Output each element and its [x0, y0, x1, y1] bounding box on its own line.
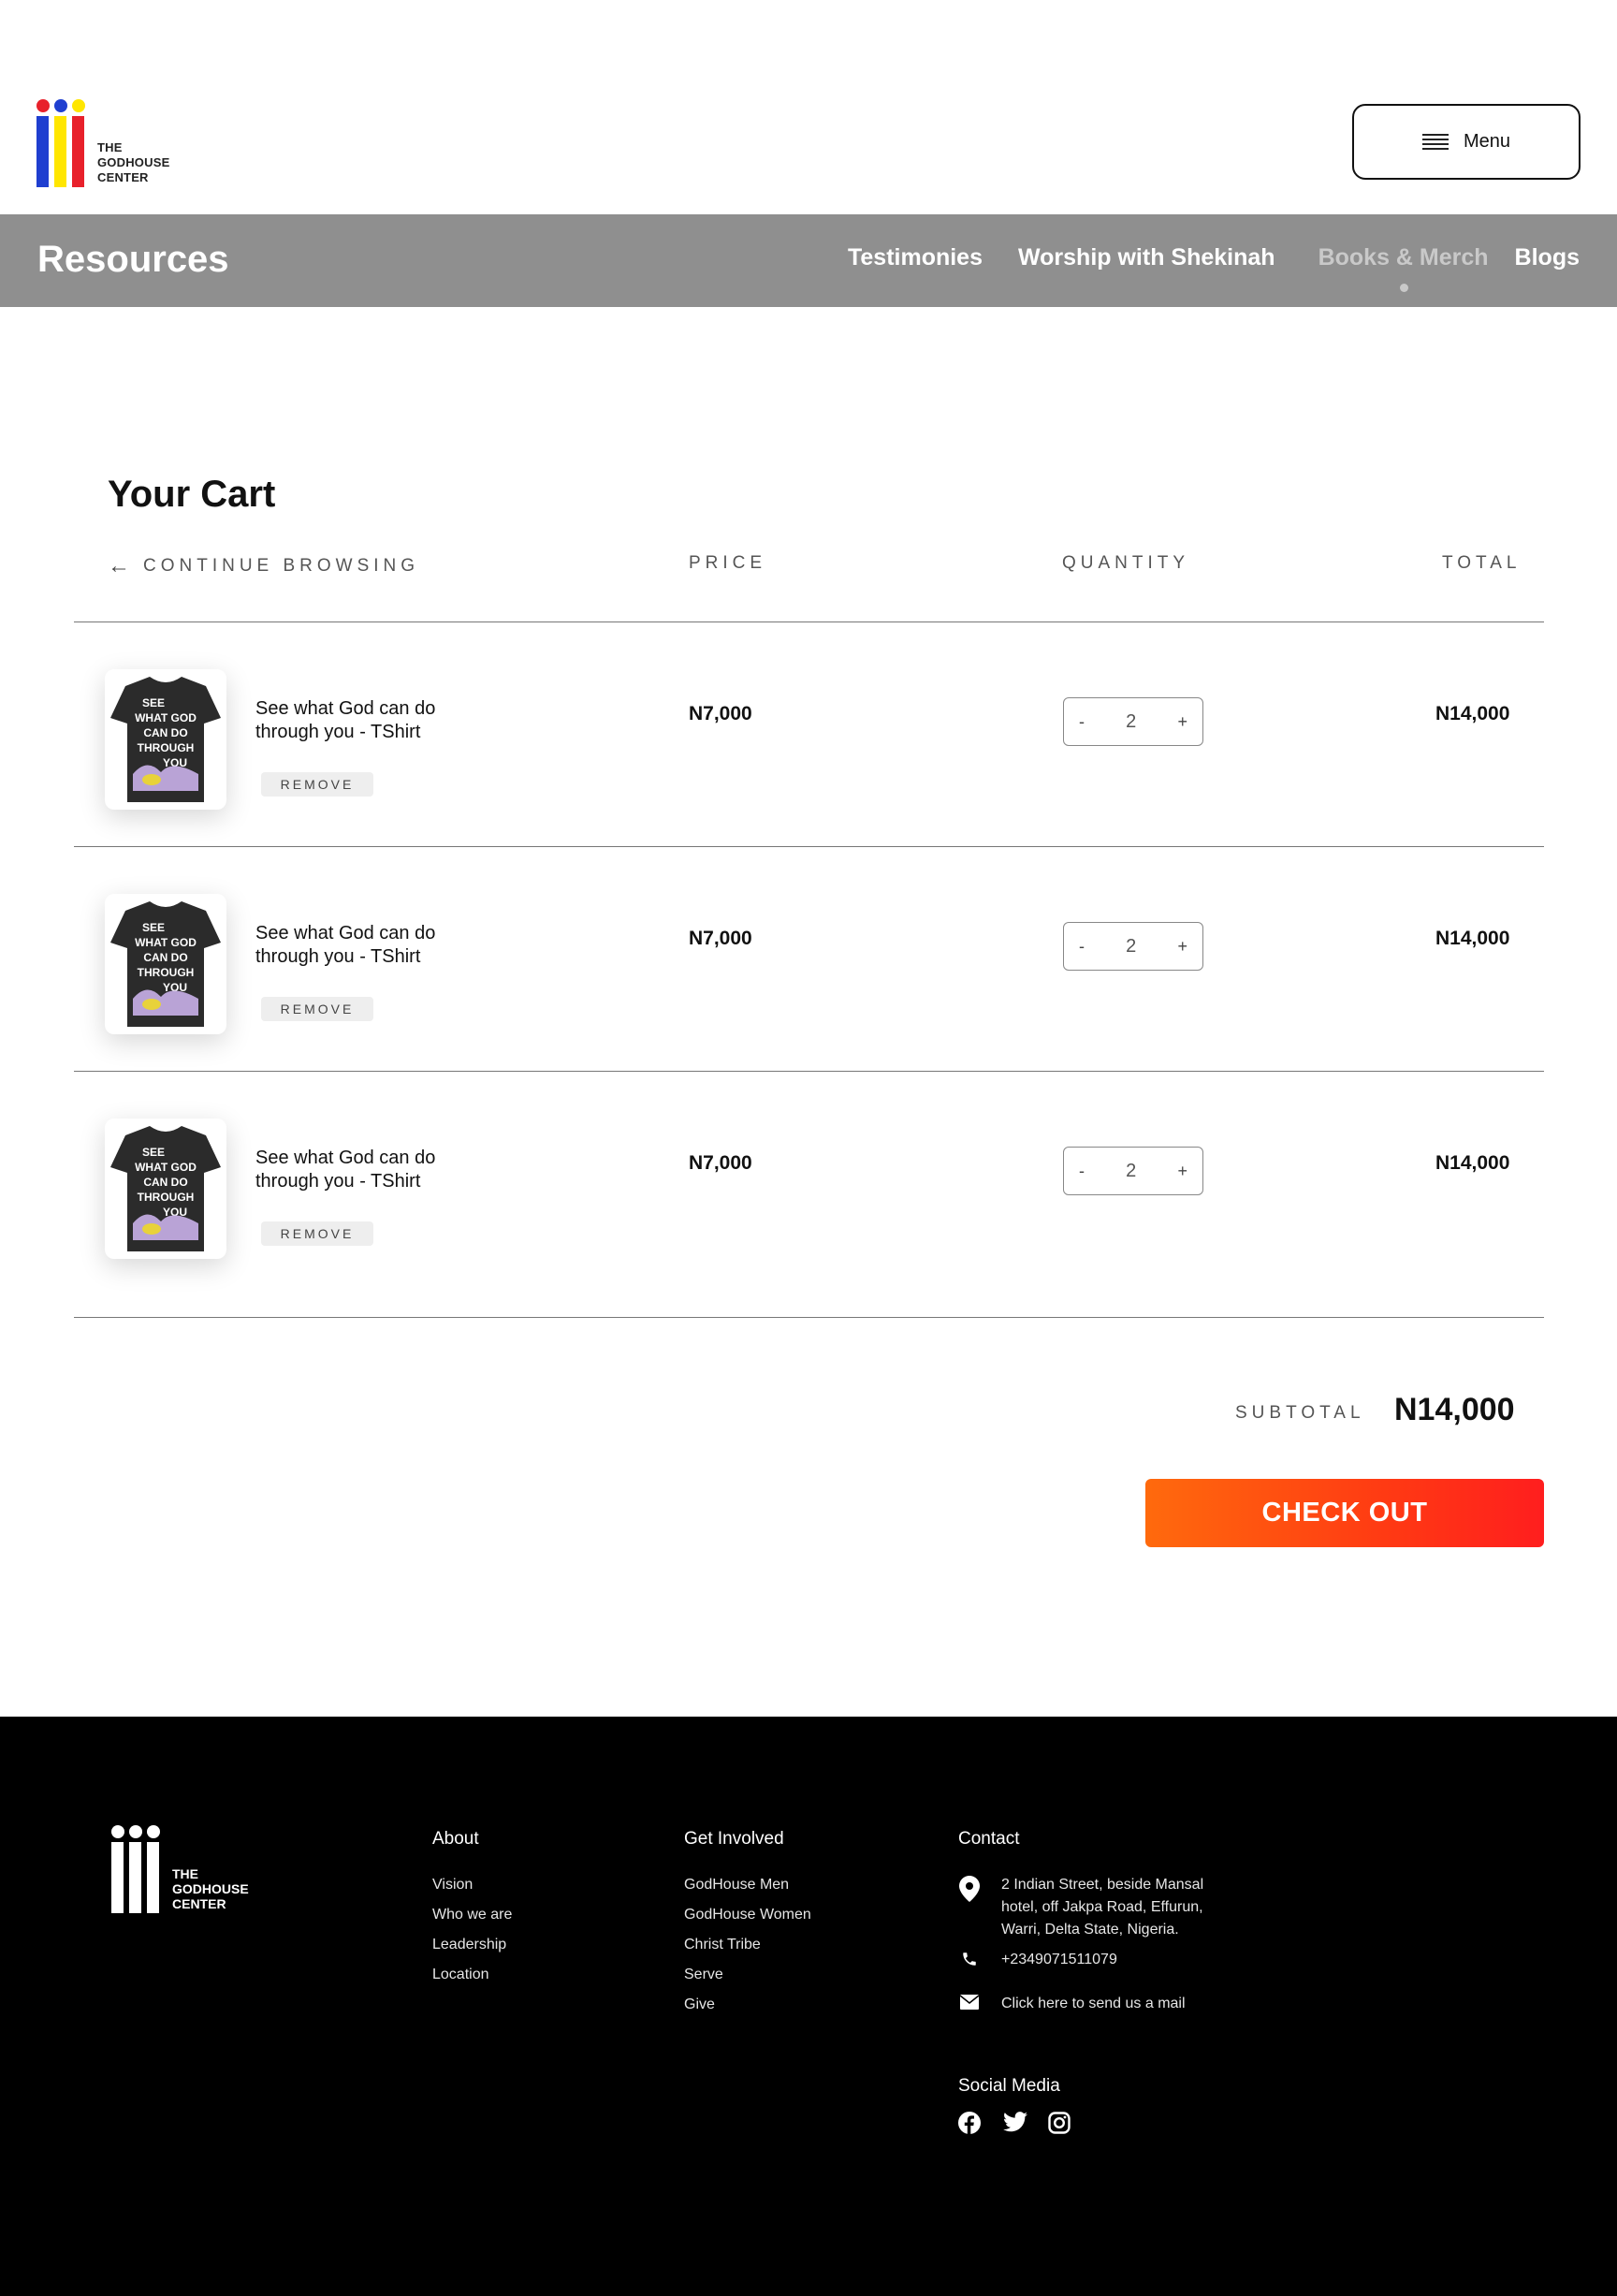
product-name[interactable]: See what God can do through you - TShirt	[255, 922, 480, 969]
cart-item-row: SEE WHAT GOD CAN DO THROUGH YOU See what God…	[74, 847, 1544, 1070]
quantity-stepper: - 2 +	[1063, 1147, 1203, 1195]
footer-link-godhouse-women[interactable]: GodHouse Women	[684, 1900, 811, 1930]
contact-phone[interactable]: +2349071511079	[958, 1949, 1117, 1971]
footer-logo[interactable]: THE GODHOUSE CENTER	[110, 1823, 260, 1913]
remove-button[interactable]: REMOVE	[261, 1221, 373, 1246]
hamburger-icon	[1421, 133, 1449, 151]
subtotal-value: N14,000	[1394, 1392, 1515, 1427]
product-image[interactable]: SEE WHAT GOD CAN DO THROUGH YOU	[105, 669, 226, 810]
subnav-links: Testimonies Worship with Shekinah Books …	[848, 244, 1580, 292]
decrement-button[interactable]: -	[1079, 712, 1085, 732]
footer-link-give[interactable]: Give	[684, 1990, 811, 2020]
footer-link-location[interactable]: Location	[432, 1960, 512, 1990]
location-pin-icon	[958, 1874, 981, 1941]
quantity-value[interactable]: 2	[1126, 1161, 1136, 1182]
price-column-header: PRICE	[689, 553, 767, 573]
contact-mail[interactable]: Click here to send us a mail	[958, 1993, 1186, 2015]
phone-icon	[958, 1949, 981, 1971]
logo-mark-icon	[36, 99, 85, 187]
total-column-header: TOTAL	[1442, 553, 1522, 573]
cart-title: Your Cart	[108, 474, 276, 515]
contact-mail-text: Click here to send us a mail	[1001, 1996, 1186, 2011]
remove-button[interactable]: REMOVE	[261, 772, 373, 797]
subtotal-label: SUBTOTAL	[1235, 1403, 1365, 1423]
mail-icon	[958, 1993, 981, 2015]
product-image[interactable]: SEE WHAT GOD CAN DO THROUGH YOU	[105, 1119, 226, 1259]
product-name[interactable]: See what God can do through you - TShirt	[255, 1147, 480, 1193]
item-total: N14,000	[1435, 1152, 1510, 1174]
twitter-icon[interactable]	[1003, 2112, 1027, 2134]
increment-button[interactable]: +	[1177, 712, 1187, 732]
footer-involved-title: Get Involved	[684, 1829, 784, 1849]
product-image[interactable]: SEE WHAT GOD CAN DO THROUGH YOU	[105, 894, 226, 1034]
footer-involved-column: Get Involved GodHouse Men GodHouse Women…	[684, 1829, 811, 2020]
instagram-icon[interactable]	[1048, 2112, 1071, 2134]
decrement-button[interactable]: -	[1079, 1162, 1085, 1181]
tshirt-icon: SEE WHAT GOD CAN DO THROUGH YOU	[110, 677, 221, 802]
quantity-value[interactable]: 2	[1126, 936, 1136, 958]
tshirt-icon: SEE WHAT GOD CAN DO THROUGH YOU	[110, 901, 221, 1027]
subnav-link-blogs[interactable]: Blogs	[1515, 244, 1580, 271]
resources-subnav: Resources Testimonies Worship with Sheki…	[0, 214, 1617, 307]
tshirt-icon: SEE WHAT GOD CAN DO THROUGH YOU	[110, 1126, 221, 1251]
social-icons	[958, 2112, 1071, 2134]
item-total: N14,000	[1435, 928, 1510, 949]
decrement-button[interactable]: -	[1079, 937, 1085, 957]
menu-button[interactable]: Menu	[1352, 104, 1581, 180]
continue-browsing-label: CONTINUE BROWSING	[143, 556, 420, 576]
footer-about-column: About Vision Who we are Leadership Locat…	[432, 1829, 512, 1990]
site-footer: THE GODHOUSE CENTER About Vision Who we …	[0, 1717, 1617, 2296]
item-price: N7,000	[689, 928, 752, 949]
contact-address-text: 2 Indian Street, beside Mansal hotel, of…	[1001, 1877, 1204, 1938]
subnav-link-worship[interactable]: Worship with Shekinah	[1018, 244, 1275, 271]
subnav-link-testimonies[interactable]: Testimonies	[848, 244, 983, 271]
footer-logo-text: THE GODHOUSE CENTER	[172, 1866, 249, 1911]
footer-contact-column: Contact	[958, 1829, 1019, 1870]
continue-browsing-link[interactable]: ← CONTINUE BROWSING	[108, 553, 419, 579]
subnav-link-books-merch[interactable]: Books & Merch	[1318, 244, 1489, 292]
footer-link-vision[interactable]: Vision	[432, 1870, 512, 1900]
item-total: N14,000	[1435, 703, 1510, 724]
contact-address: 2 Indian Street, beside Mansal hotel, of…	[958, 1874, 1216, 1941]
social-media-title: Social Media	[958, 2076, 1060, 2096]
cart-item-row: SEE WHAT GOD CAN DO THROUGH YOU See what God…	[74, 622, 1544, 845]
checkout-button[interactable]: CHECK OUT	[1145, 1479, 1544, 1547]
quantity-stepper: - 2 +	[1063, 922, 1203, 971]
quantity-value[interactable]: 2	[1126, 711, 1136, 733]
remove-button[interactable]: REMOVE	[261, 997, 373, 1021]
product-name[interactable]: See what God can do through you - TShirt	[255, 697, 480, 744]
increment-button[interactable]: +	[1177, 937, 1187, 957]
cart-item-row: SEE WHAT GOD CAN DO THROUGH YOU See what God…	[74, 1072, 1544, 1294]
facebook-icon[interactable]	[958, 2112, 981, 2134]
site-logo[interactable]: THE GODHOUSE CENTER	[36, 97, 185, 187]
footer-link-serve[interactable]: Serve	[684, 1960, 811, 1990]
section-title: Resources	[37, 239, 229, 280]
footer-contact-title: Contact	[958, 1829, 1020, 1849]
quantity-column-header: QUANTITY	[1062, 553, 1190, 573]
footer-about-title: About	[432, 1829, 479, 1849]
item-price: N7,000	[689, 1152, 752, 1174]
footer-link-christ-tribe[interactable]: Christ Tribe	[684, 1930, 811, 1960]
contact-phone-text: +2349071511079	[1001, 1952, 1117, 1967]
logo-text: THE GODHOUSE CENTER	[97, 140, 170, 184]
footer-link-leadership[interactable]: Leadership	[432, 1930, 512, 1960]
arrow-left-icon: ←	[108, 553, 130, 578]
increment-button[interactable]: +	[1177, 1162, 1187, 1181]
footer-link-who-we-are[interactable]: Who we are	[432, 1900, 512, 1930]
menu-label: Menu	[1463, 131, 1511, 152]
logo-mark-icon	[111, 1825, 160, 1913]
quantity-stepper: - 2 +	[1063, 697, 1203, 746]
divider	[74, 1317, 1544, 1318]
footer-link-godhouse-men[interactable]: GodHouse Men	[684, 1870, 811, 1900]
item-price: N7,000	[689, 703, 752, 724]
